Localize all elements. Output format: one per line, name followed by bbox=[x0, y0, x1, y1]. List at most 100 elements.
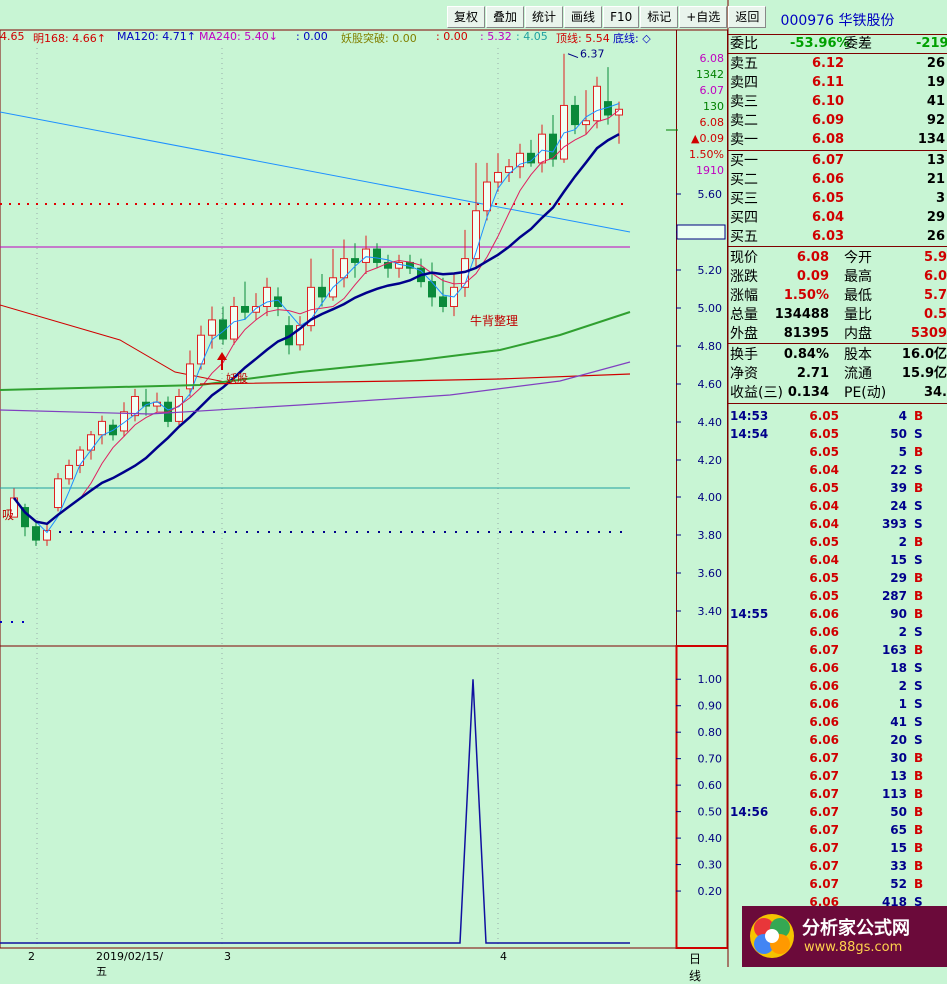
candle-body bbox=[241, 305, 249, 313]
order-price: 6.03 bbox=[812, 229, 845, 244]
trade-price: 6.05 bbox=[809, 589, 839, 603]
trade-row: 6.05 2 B bbox=[728, 533, 947, 551]
stat-value: 1.50% bbox=[783, 288, 829, 303]
stat-row: 现价 6.08 今开 5.9 bbox=[728, 249, 947, 267]
candle-body bbox=[274, 296, 282, 307]
indicator-tick-label: 0.80 bbox=[698, 726, 723, 739]
trade-side: B bbox=[914, 787, 924, 801]
order-row-sell[interactable]: 卖三 6.10 41 bbox=[728, 93, 947, 111]
trade-time: 14:53 bbox=[730, 409, 769, 423]
trade-price: 6.07 bbox=[809, 859, 839, 873]
indicator-tick-label: 0.40 bbox=[698, 832, 723, 845]
trade-side: B bbox=[914, 571, 924, 585]
trade-side: S bbox=[914, 427, 923, 441]
peak-price-label: 6.37 bbox=[580, 48, 605, 61]
ma-item-bottom: 底线: ◇ bbox=[613, 32, 651, 45]
panel-separator bbox=[728, 150, 947, 151]
date-label: 3 bbox=[224, 950, 231, 963]
order-label: 买四 bbox=[730, 210, 758, 226]
f10-button[interactable]: F10 bbox=[603, 6, 640, 28]
fuquan-button[interactable]: 复权 bbox=[447, 6, 486, 28]
order-label: 买二 bbox=[730, 172, 758, 188]
price-tick-label: 4.40 bbox=[698, 416, 723, 429]
draw-line-button[interactable]: 画线 bbox=[564, 6, 603, 28]
trade-volume: 15 bbox=[890, 841, 907, 855]
add-watchlist-button[interactable]: +自选 bbox=[679, 6, 728, 28]
stats-button[interactable]: 统计 bbox=[525, 6, 564, 28]
ma-long-line bbox=[13, 133, 620, 526]
stat-label: 现价 bbox=[730, 250, 758, 266]
trade-row: 6.07 65 B bbox=[728, 821, 947, 839]
mini-stat-label: 6.08 bbox=[700, 116, 725, 129]
stat-value: 6.08 bbox=[796, 250, 829, 265]
trade-volume: 2 bbox=[898, 535, 907, 549]
panel-separator bbox=[728, 34, 947, 35]
order-label: 卖一 bbox=[730, 132, 758, 148]
trade-volume: 50 bbox=[890, 427, 907, 441]
order-row-buy[interactable]: 买四 6.04 29 bbox=[728, 209, 947, 227]
trade-side: B bbox=[914, 859, 924, 873]
trade-row: 6.06 2 S bbox=[728, 677, 947, 695]
mini-stat-label: ▲0.09 bbox=[691, 132, 724, 145]
stock-title: 000976 华铁股份 bbox=[728, 10, 947, 30]
candle-body bbox=[439, 296, 447, 307]
order-row-sell[interactable]: 卖二 6.09 92 bbox=[728, 112, 947, 130]
mini-stat-label: 6.07 bbox=[700, 84, 725, 97]
order-label: 卖二 bbox=[730, 113, 758, 129]
trade-side: B bbox=[914, 823, 924, 837]
order-row-buy[interactable]: 买五 6.03 26 bbox=[728, 228, 947, 246]
trade-volume: 39 bbox=[890, 481, 907, 495]
logo-text: 分析家公式网 bbox=[802, 918, 910, 939]
stat-value: 34. bbox=[923, 385, 947, 400]
stat-label: 股本 bbox=[844, 347, 872, 363]
stat-value: 5.7 bbox=[923, 288, 947, 303]
trade-row: 6.06 41 S bbox=[728, 713, 947, 731]
xi-label: 吸 bbox=[2, 508, 14, 522]
candle-body bbox=[54, 478, 62, 509]
order-row-sell[interactable]: 卖五 6.12 26 bbox=[728, 55, 947, 73]
order-volume: 92 bbox=[926, 113, 945, 128]
date-label: 2019/02/15/五 bbox=[96, 950, 164, 978]
stat-label: 总量 bbox=[730, 307, 758, 323]
mark-button[interactable]: 标记 bbox=[640, 6, 679, 28]
trade-side: B bbox=[914, 841, 924, 855]
trade-volume: 393 bbox=[881, 517, 907, 531]
order-row-sell[interactable]: 卖一 6.08 134 bbox=[728, 131, 947, 149]
ma-item-120: MA120: 4.71↑ bbox=[117, 30, 196, 43]
trade-row: 6.06 20 S bbox=[728, 731, 947, 749]
stat-value: 2.71 bbox=[796, 366, 829, 381]
trade-price: 6.06 bbox=[809, 715, 839, 729]
up-arrow-head bbox=[217, 352, 227, 360]
trend-line-red bbox=[0, 304, 231, 384]
order-volume: 26 bbox=[926, 229, 945, 244]
order-row-sell[interactable]: 卖四 6.11 19 bbox=[728, 74, 947, 92]
trade-row: 6.06 2 S bbox=[728, 623, 947, 641]
indicator-tick-label: 0.20 bbox=[698, 885, 723, 898]
mini-stat-label: 130 bbox=[703, 100, 724, 113]
order-row-buy[interactable]: 买二 6.06 21 bbox=[728, 171, 947, 189]
trade-row: 6.06 18 S bbox=[728, 659, 947, 677]
stat-value: 134488 bbox=[774, 307, 829, 322]
order-volume: 29 bbox=[926, 210, 945, 225]
order-label: 卖四 bbox=[730, 75, 758, 91]
trade-row: 14:56 6.07 50 B bbox=[728, 803, 947, 821]
overlay-button[interactable]: 叠加 bbox=[486, 6, 525, 28]
trade-price: 6.06 bbox=[809, 607, 839, 621]
indicator-tick-label: 0.50 bbox=[698, 806, 723, 819]
period-label[interactable]: 日线 bbox=[689, 950, 701, 984]
panel-separator bbox=[728, 403, 947, 404]
order-row-buy[interactable]: 买一 6.07 13 bbox=[728, 152, 947, 170]
trade-side: B bbox=[914, 877, 924, 891]
trade-volume: 24 bbox=[890, 499, 907, 513]
trade-side: S bbox=[914, 697, 923, 711]
stat-label: 今开 bbox=[844, 250, 872, 266]
indicator-tick-label: 1.00 bbox=[698, 673, 723, 686]
trade-price: 6.07 bbox=[809, 769, 839, 783]
order-price: 6.06 bbox=[812, 172, 845, 187]
trade-time: 14:54 bbox=[730, 427, 769, 441]
order-price: 6.08 bbox=[812, 132, 845, 147]
trade-row: 6.07 163 B bbox=[728, 641, 947, 659]
trade-price: 6.07 bbox=[809, 841, 839, 855]
order-row-buy[interactable]: 买三 6.05 3 bbox=[728, 190, 947, 208]
candle-body bbox=[76, 449, 84, 466]
